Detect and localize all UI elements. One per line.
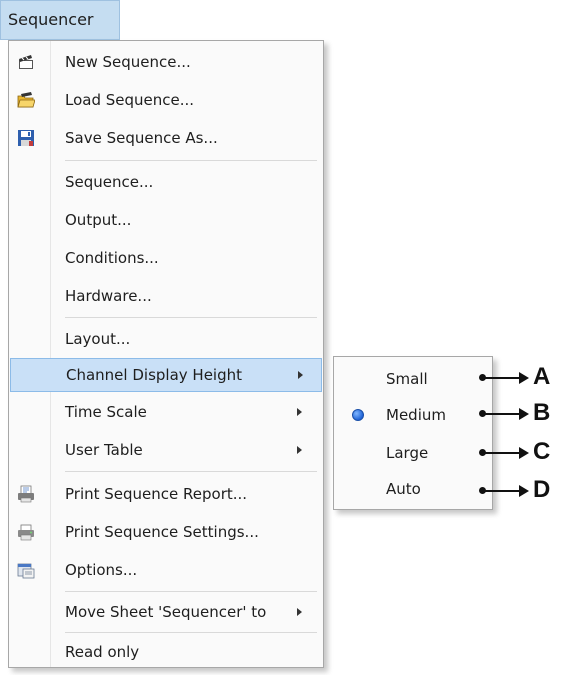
menu-item-label: Sequence... bbox=[65, 173, 154, 191]
submenu-item-label: Small bbox=[386, 370, 428, 388]
callout-arrow-icon bbox=[519, 408, 529, 420]
submenu-item-label: Auto bbox=[386, 480, 421, 498]
submenu-arrow-icon bbox=[297, 408, 302, 416]
submenu-item-medium[interactable]: Medium bbox=[334, 397, 492, 433]
options-icon bbox=[17, 563, 35, 579]
menu-item-save-sequence-as[interactable]: Save Sequence As... bbox=[9, 121, 323, 155]
clapper-new-icon bbox=[19, 55, 33, 69]
print-report-icon bbox=[18, 485, 34, 503]
submenu-arrow-icon bbox=[297, 608, 302, 616]
menu-item-label: Save Sequence As... bbox=[65, 129, 218, 147]
menu-item-move-sheet[interactable]: Move Sheet 'Sequencer' to bbox=[9, 595, 323, 629]
menu-item-label: Load Sequence... bbox=[65, 91, 195, 109]
menu-item-label: Output... bbox=[65, 211, 132, 229]
menu-separator bbox=[65, 317, 317, 318]
callout-letter: D bbox=[533, 476, 551, 503]
callout-arrow-icon bbox=[519, 447, 529, 459]
floppy-disk-icon bbox=[18, 130, 34, 146]
open-folder-icon bbox=[17, 92, 35, 108]
submenu-arrow-icon bbox=[297, 446, 302, 454]
menu-item-print-sequence-settings[interactable]: Print Sequence Settings... bbox=[9, 515, 323, 549]
menu-item-label: Move Sheet 'Sequencer' to bbox=[65, 603, 267, 621]
callout-arrow-icon bbox=[519, 372, 529, 384]
menu-item-time-scale[interactable]: Time Scale bbox=[9, 395, 323, 429]
menu-item-label: Options... bbox=[65, 561, 138, 579]
menu-item-label: Layout... bbox=[65, 330, 131, 348]
submenu-arrow-icon bbox=[298, 371, 303, 379]
callout-line bbox=[484, 452, 522, 454]
menu-item-print-sequence-report[interactable]: Print Sequence Report... bbox=[9, 477, 323, 511]
callout-letter: C bbox=[533, 438, 551, 465]
menu-item-label: New Sequence... bbox=[65, 53, 191, 71]
menu-item-label: Channel Display Height bbox=[66, 366, 242, 384]
callout-letter: A bbox=[533, 363, 551, 390]
menu-item-label: User Table bbox=[65, 441, 143, 459]
callout-line bbox=[484, 377, 522, 379]
menu-item-channel-display-height[interactable]: Channel Display Height bbox=[10, 358, 322, 392]
callout-letter: B bbox=[533, 399, 551, 426]
menu-item-sequence[interactable]: Sequence... bbox=[9, 165, 323, 199]
menu-item-user-table[interactable]: User Table bbox=[9, 433, 323, 467]
channel-display-height-submenu: Small Medium Large Auto bbox=[333, 356, 493, 510]
menu-item-load-sequence[interactable]: Load Sequence... bbox=[9, 83, 323, 117]
submenu-item-small[interactable]: Small bbox=[334, 361, 492, 397]
menu-item-label: Print Sequence Settings... bbox=[65, 523, 259, 541]
submenu-item-auto[interactable]: Auto bbox=[334, 471, 492, 507]
menu-item-output[interactable]: Output... bbox=[9, 203, 323, 237]
submenu-item-label: Medium bbox=[386, 406, 446, 424]
menu-item-label: Print Sequence Report... bbox=[65, 485, 248, 503]
callout-line bbox=[484, 490, 522, 492]
menu-separator bbox=[65, 471, 317, 472]
callout-line bbox=[484, 413, 522, 415]
menu-item-options[interactable]: Options... bbox=[9, 553, 323, 587]
submenu-item-label: Large bbox=[386, 444, 429, 462]
menu-item-label: Conditions... bbox=[65, 249, 159, 267]
menu-item-label: Read only bbox=[65, 643, 140, 661]
menubar-sequencer[interactable]: Sequencer bbox=[0, 0, 120, 40]
printer-icon bbox=[18, 524, 34, 541]
radio-selected-icon bbox=[352, 409, 364, 421]
callout-arrow-icon bbox=[519, 485, 529, 497]
menu-item-layout[interactable]: Layout... bbox=[9, 322, 323, 356]
menu-item-hardware[interactable]: Hardware... bbox=[9, 279, 323, 313]
submenu-item-large[interactable]: Large bbox=[334, 435, 492, 471]
menu-separator bbox=[65, 160, 317, 161]
menu-separator bbox=[65, 632, 317, 633]
menu-item-label: Time Scale bbox=[65, 403, 147, 421]
menu-separator bbox=[65, 591, 317, 592]
menu-item-new-sequence[interactable]: New Sequence... bbox=[9, 45, 323, 79]
sequencer-menu: New Sequence... Load Sequence... Save Se… bbox=[8, 40, 324, 668]
menu-item-conditions[interactable]: Conditions... bbox=[9, 241, 323, 275]
menu-item-label: Hardware... bbox=[65, 287, 152, 305]
menu-item-read-only[interactable]: Read only bbox=[9, 635, 323, 669]
